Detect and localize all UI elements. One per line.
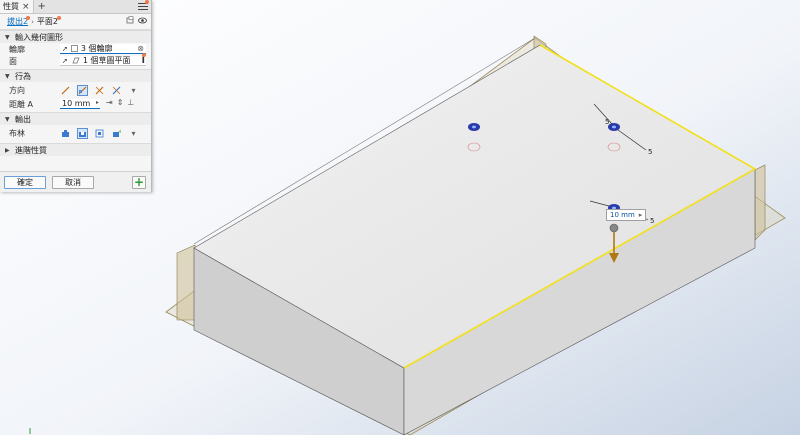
- collapse-caret-icon: ▼: [5, 115, 10, 123]
- tab-close-icon[interactable]: ×: [22, 2, 30, 12]
- ok-button[interactable]: 確定: [4, 175, 46, 189]
- boolean-intersect-icon[interactable]: [94, 128, 105, 139]
- plane-icon: [72, 57, 80, 64]
- boolean-join-icon[interactable]: [60, 128, 71, 139]
- direction-symmetric-icon[interactable]: [94, 85, 105, 96]
- notification-dot: [57, 16, 61, 20]
- face-selector[interactable]: ➚ 1 個草圖平面 I: [60, 56, 146, 66]
- direction-flipped-icon[interactable]: [77, 84, 88, 96]
- distance-arrow-icon[interactable]: ▸: [96, 99, 99, 106]
- notification-dot: [145, 0, 149, 4]
- dimension-value: 10 mm: [610, 211, 635, 219]
- boolean-new-solid-icon[interactable]: +: [111, 128, 122, 139]
- distance-row: 距離 A 10 mm ▸ ⇥ ⇕ ⊥: [0, 98, 151, 110]
- notification-dot: [142, 53, 146, 57]
- breadcrumb-link-extrude[interactable]: 拔出2: [7, 16, 28, 27]
- callout-label-c: 5: [650, 217, 655, 225]
- cancel-button[interactable]: 取消: [52, 175, 94, 189]
- panel-button-bar: 確定 取消 +: [0, 171, 151, 192]
- boolean-cut-icon[interactable]: [77, 127, 88, 139]
- callout-label-a: 5: [605, 118, 610, 126]
- distance-label: 距離 A: [9, 99, 34, 109]
- expand-caret-icon: ▶: [5, 146, 10, 154]
- contour-label: 輪廓: [9, 44, 25, 54]
- section-title: 進階性質: [15, 145, 47, 155]
- tab-properties[interactable]: 性質 ×: [0, 0, 34, 13]
- face-value: 1 個草圖平面: [82, 56, 131, 65]
- boolean-more-icon[interactable]: ▾: [128, 128, 139, 139]
- collapse-caret-icon: ▼: [5, 33, 10, 41]
- svg-text:+: +: [118, 129, 121, 135]
- profile-icon: [71, 45, 78, 52]
- direction-row: 方向 ▾: [0, 82, 151, 98]
- contour-selector[interactable]: ➚ 3 個輪廓 ⊗: [60, 44, 146, 54]
- extent-through-all-icon[interactable]: ⇕: [117, 98, 124, 107]
- apply-add-button[interactable]: +: [132, 175, 146, 189]
- notification-dot: [26, 16, 30, 20]
- boolean-row: 布林 + ▾: [0, 125, 151, 141]
- face-row: 面 ➚ 1 個草圖平面 I: [0, 53, 151, 67]
- breadcrumb-separator: ›: [31, 17, 34, 26]
- add-tab-icon[interactable]: +: [38, 1, 46, 12]
- section-title: 輸出: [15, 114, 31, 124]
- text-cursor-icon: I: [141, 56, 145, 66]
- callout-label-b: 5: [648, 148, 653, 156]
- distance-input[interactable]: 10 mm ▸: [60, 99, 100, 109]
- contour-value: 3 個輪廓: [80, 44, 113, 53]
- preset-icon[interactable]: [126, 16, 134, 24]
- dimension-arrow-icon[interactable]: ▸: [639, 211, 643, 219]
- extent-between-icon[interactable]: ⊥: [127, 98, 134, 107]
- select-arrow-icon: ➚: [62, 44, 68, 53]
- dimension-input[interactable]: 10 mm ▸: [606, 209, 647, 221]
- boolean-label: 布林: [9, 128, 25, 138]
- tab-label: 性質: [3, 2, 19, 11]
- section-output[interactable]: ▼ 輸出: [0, 112, 151, 125]
- face-label: 面: [9, 56, 17, 66]
- section-title: 行為: [15, 71, 31, 81]
- direction-label: 方向: [9, 85, 25, 95]
- extent-to-icon[interactable]: ⇥: [106, 98, 113, 107]
- section-input-geometry[interactable]: ▼ 輸入幾何圖形: [0, 30, 151, 43]
- collapse-caret-icon: ▼: [5, 72, 10, 80]
- section-title: 輸入幾何圖形: [15, 32, 63, 42]
- direction-more-icon[interactable]: ▾: [128, 85, 139, 96]
- panel-tabbar: 性質 × +: [0, 0, 151, 14]
- clear-selection-icon[interactable]: ⊗: [137, 44, 144, 53]
- section-advanced[interactable]: ▶ 進階性質: [0, 143, 151, 156]
- direction-asymmetric-icon[interactable]: [111, 85, 122, 96]
- direction-default-icon[interactable]: [60, 85, 71, 96]
- section-behavior[interactable]: ▼ 行為: [0, 69, 151, 82]
- breadcrumb-current: 平面2: [36, 17, 58, 26]
- properties-panel: 性質 × + 拔出2 › 平面2 ▼ 輸入幾何圖形 輪廓 ➚ 3 個輪廓 ⊗ 面: [0, 0, 152, 192]
- contour-row: 輪廓 ➚ 3 個輪廓 ⊗: [0, 43, 151, 55]
- eye-icon[interactable]: [138, 17, 147, 24]
- select-arrow-icon: ➚: [62, 56, 68, 65]
- breadcrumb: 拔出2 › 平面2: [0, 14, 151, 30]
- distance-value: 10 mm: [62, 99, 91, 108]
